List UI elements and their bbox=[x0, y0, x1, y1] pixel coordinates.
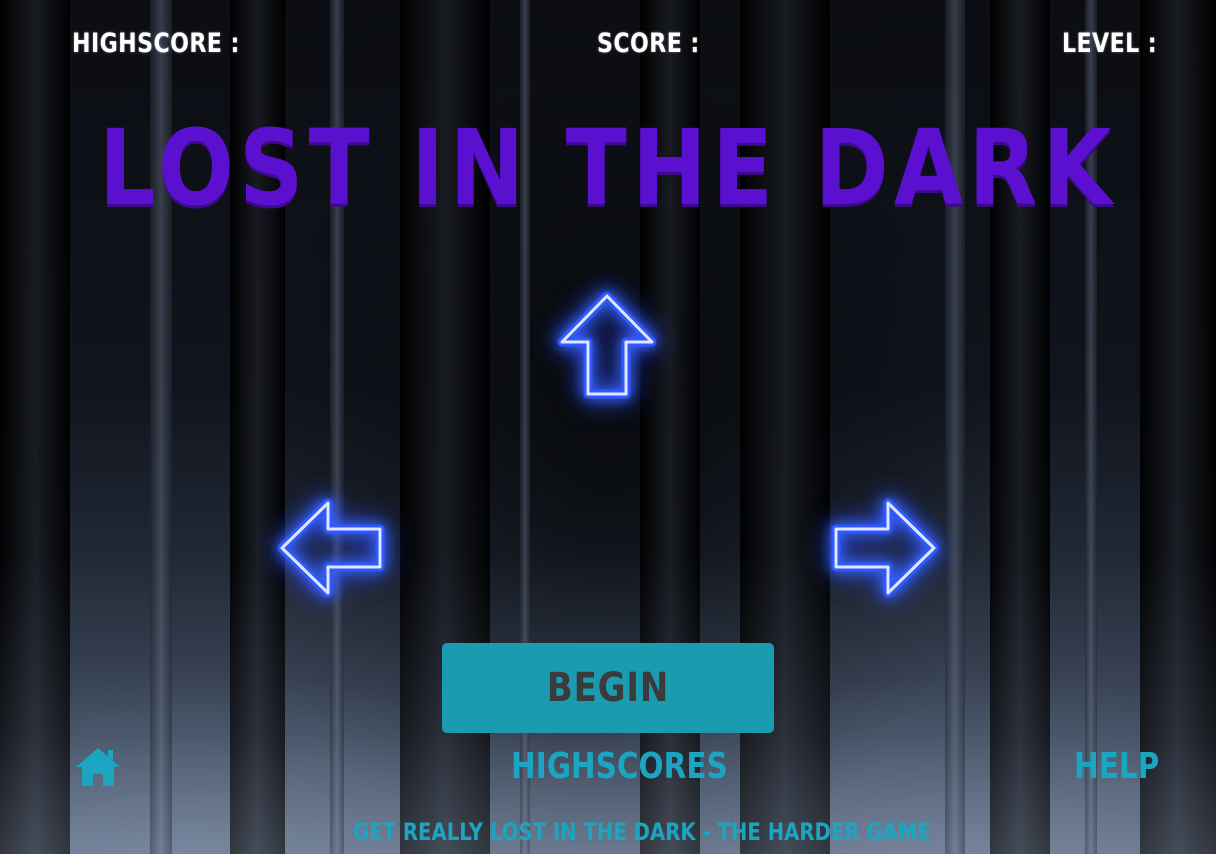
harder-game-link-label: GET REALLY LOST IN THE DARK - THE HARDER… bbox=[353, 818, 931, 846]
arrow-left-icon[interactable] bbox=[276, 497, 386, 599]
home-icon[interactable] bbox=[74, 746, 122, 788]
score-label: SCORE : bbox=[597, 28, 700, 59]
begin-button-label: BEGIN bbox=[546, 665, 670, 711]
game-title: LOST IN THE DARK bbox=[0, 108, 1216, 228]
highscores-link-label: HIGHSCORES bbox=[511, 746, 728, 787]
arrow-up-icon[interactable] bbox=[556, 290, 658, 402]
arrow-right-icon[interactable] bbox=[830, 497, 940, 599]
highscores-link[interactable]: HIGHSCORES bbox=[511, 746, 775, 787]
begin-button[interactable]: BEGIN bbox=[442, 643, 774, 733]
help-link[interactable]: HELP bbox=[1074, 746, 1178, 787]
help-link-label: HELP bbox=[1074, 746, 1160, 787]
game-title-text: LOST IN THE DARK bbox=[99, 107, 1117, 229]
harder-game-link[interactable]: GET REALLY LOST IN THE DARK - THE HARDER… bbox=[353, 818, 1058, 846]
level-label: LEVEL : bbox=[1062, 28, 1158, 59]
game-screen: HIGHSCORE : SCORE : LEVEL : LOST IN THE … bbox=[0, 0, 1216, 854]
highscore-label: HIGHSCORE : bbox=[72, 28, 240, 59]
